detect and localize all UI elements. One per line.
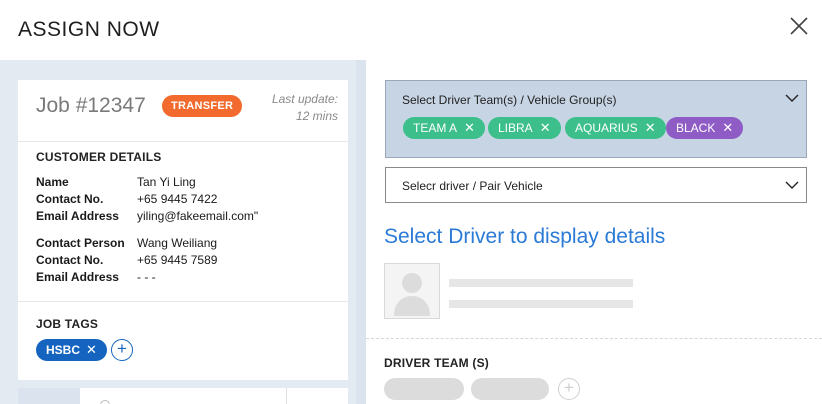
job-tags-title: JOB TAGS xyxy=(36,317,99,331)
remove-team-icon[interactable]: ✕ xyxy=(540,120,551,135)
remove-team-icon[interactable]: ✕ xyxy=(464,120,475,135)
field-label: Email Address xyxy=(36,270,119,284)
team-chip-label: TEAM A xyxy=(413,121,458,135)
driver-select-label: Selecr driver / Pair Vehicle xyxy=(402,179,543,193)
field-label: Email Address xyxy=(36,209,119,223)
driver-team-placeholder xyxy=(384,378,464,400)
driver-info-placeholder xyxy=(449,300,633,308)
tag-chip-hsbc[interactable]: HSBC ✕ xyxy=(36,339,107,361)
team-chip-label: BLACK xyxy=(676,121,716,135)
add-team-icon: + xyxy=(558,378,580,400)
driver-details-heading: Select Driver to display details xyxy=(384,225,666,248)
chevron-down-icon[interactable] xyxy=(785,181,799,190)
secondary-tab[interactable] xyxy=(18,388,80,404)
field-label: Contact Person xyxy=(36,236,125,250)
customer-details-section: CUSTOMER DETAILS Name Tan Yi Ling Contac… xyxy=(18,142,348,302)
field-label: Name xyxy=(36,175,69,189)
section-divider xyxy=(366,338,822,339)
close-icon[interactable] xyxy=(788,15,810,37)
customer-name: Tan Yi Ling xyxy=(137,175,196,189)
customer-email: yiling@fakeemail.com" xyxy=(137,209,259,223)
add-tag-icon[interactable]: + xyxy=(111,339,133,361)
contact-person-email: - - - xyxy=(137,270,156,284)
tag-label: HSBC xyxy=(46,343,81,357)
modal-header: ASSIGN NOW xyxy=(0,0,822,60)
job-id: Job #12347 xyxy=(36,94,146,117)
team-chip-libra[interactable]: LIBRA ✕ xyxy=(488,117,561,139)
job-type-badge: TRANSFER xyxy=(162,95,243,117)
pane-scroll-track[interactable] xyxy=(356,60,366,404)
last-update: Last update: 12 mins xyxy=(272,91,338,125)
remove-tag-icon[interactable]: ✕ xyxy=(86,342,97,357)
job-details-pane: Job #12347 TRANSFER Last update: 12 mins… xyxy=(0,60,366,404)
last-update-label: Last update: xyxy=(271,92,338,106)
clock-icon xyxy=(100,400,110,404)
team-chip-label: LIBRA xyxy=(498,121,533,135)
job-tags-section: JOB TAGS HSBC ✕ + xyxy=(18,303,348,380)
remove-team-icon[interactable]: ✕ xyxy=(722,120,733,135)
tab-divider xyxy=(286,388,287,404)
driver-team-placeholder xyxy=(471,378,549,400)
team-chip-aquarius[interactable]: AQUARIUS ✕ xyxy=(565,117,666,139)
team-chip-team-a[interactable]: TEAM A ✕ xyxy=(403,117,485,139)
driver-team-select-label: Select Driver Team(s) / Vehicle Group(s) xyxy=(402,93,617,107)
contact-person-phone: +65 9445 7589 xyxy=(137,253,218,267)
remove-team-icon[interactable]: ✕ xyxy=(645,120,656,135)
job-summary: Job #12347 TRANSFER Last update: 12 mins xyxy=(18,80,348,142)
driver-team-select[interactable]: Select Driver Team(s) / Vehicle Group(s)… xyxy=(385,80,807,158)
team-chip-label: AQUARIUS xyxy=(575,121,638,135)
driver-select[interactable]: Selecr driver / Pair Vehicle xyxy=(385,167,807,203)
job-card: Job #12347 TRANSFER Last update: 12 mins… xyxy=(18,80,348,380)
chevron-down-icon[interactable] xyxy=(785,94,799,103)
field-label: Contact No. xyxy=(36,253,104,267)
field-label: Contact No. xyxy=(36,192,104,206)
team-chip-black[interactable]: BLACK ✕ xyxy=(666,117,744,139)
contact-person-name: Wang Weiliang xyxy=(137,236,218,250)
driver-name-placeholder xyxy=(449,279,633,287)
customer-details-title: CUSTOMER DETAILS xyxy=(36,150,162,164)
driver-team-title: DRIVER TEAM (S) xyxy=(384,356,489,370)
secondary-card xyxy=(18,388,348,404)
user-placeholder-icon xyxy=(384,263,440,319)
last-update-value: 12 mins xyxy=(295,109,338,123)
modal-title: ASSIGN NOW xyxy=(18,18,160,41)
customer-contact: +65 9445 7422 xyxy=(137,192,218,206)
assignment-pane: Select Driver Team(s) / Vehicle Group(s)… xyxy=(366,60,822,404)
